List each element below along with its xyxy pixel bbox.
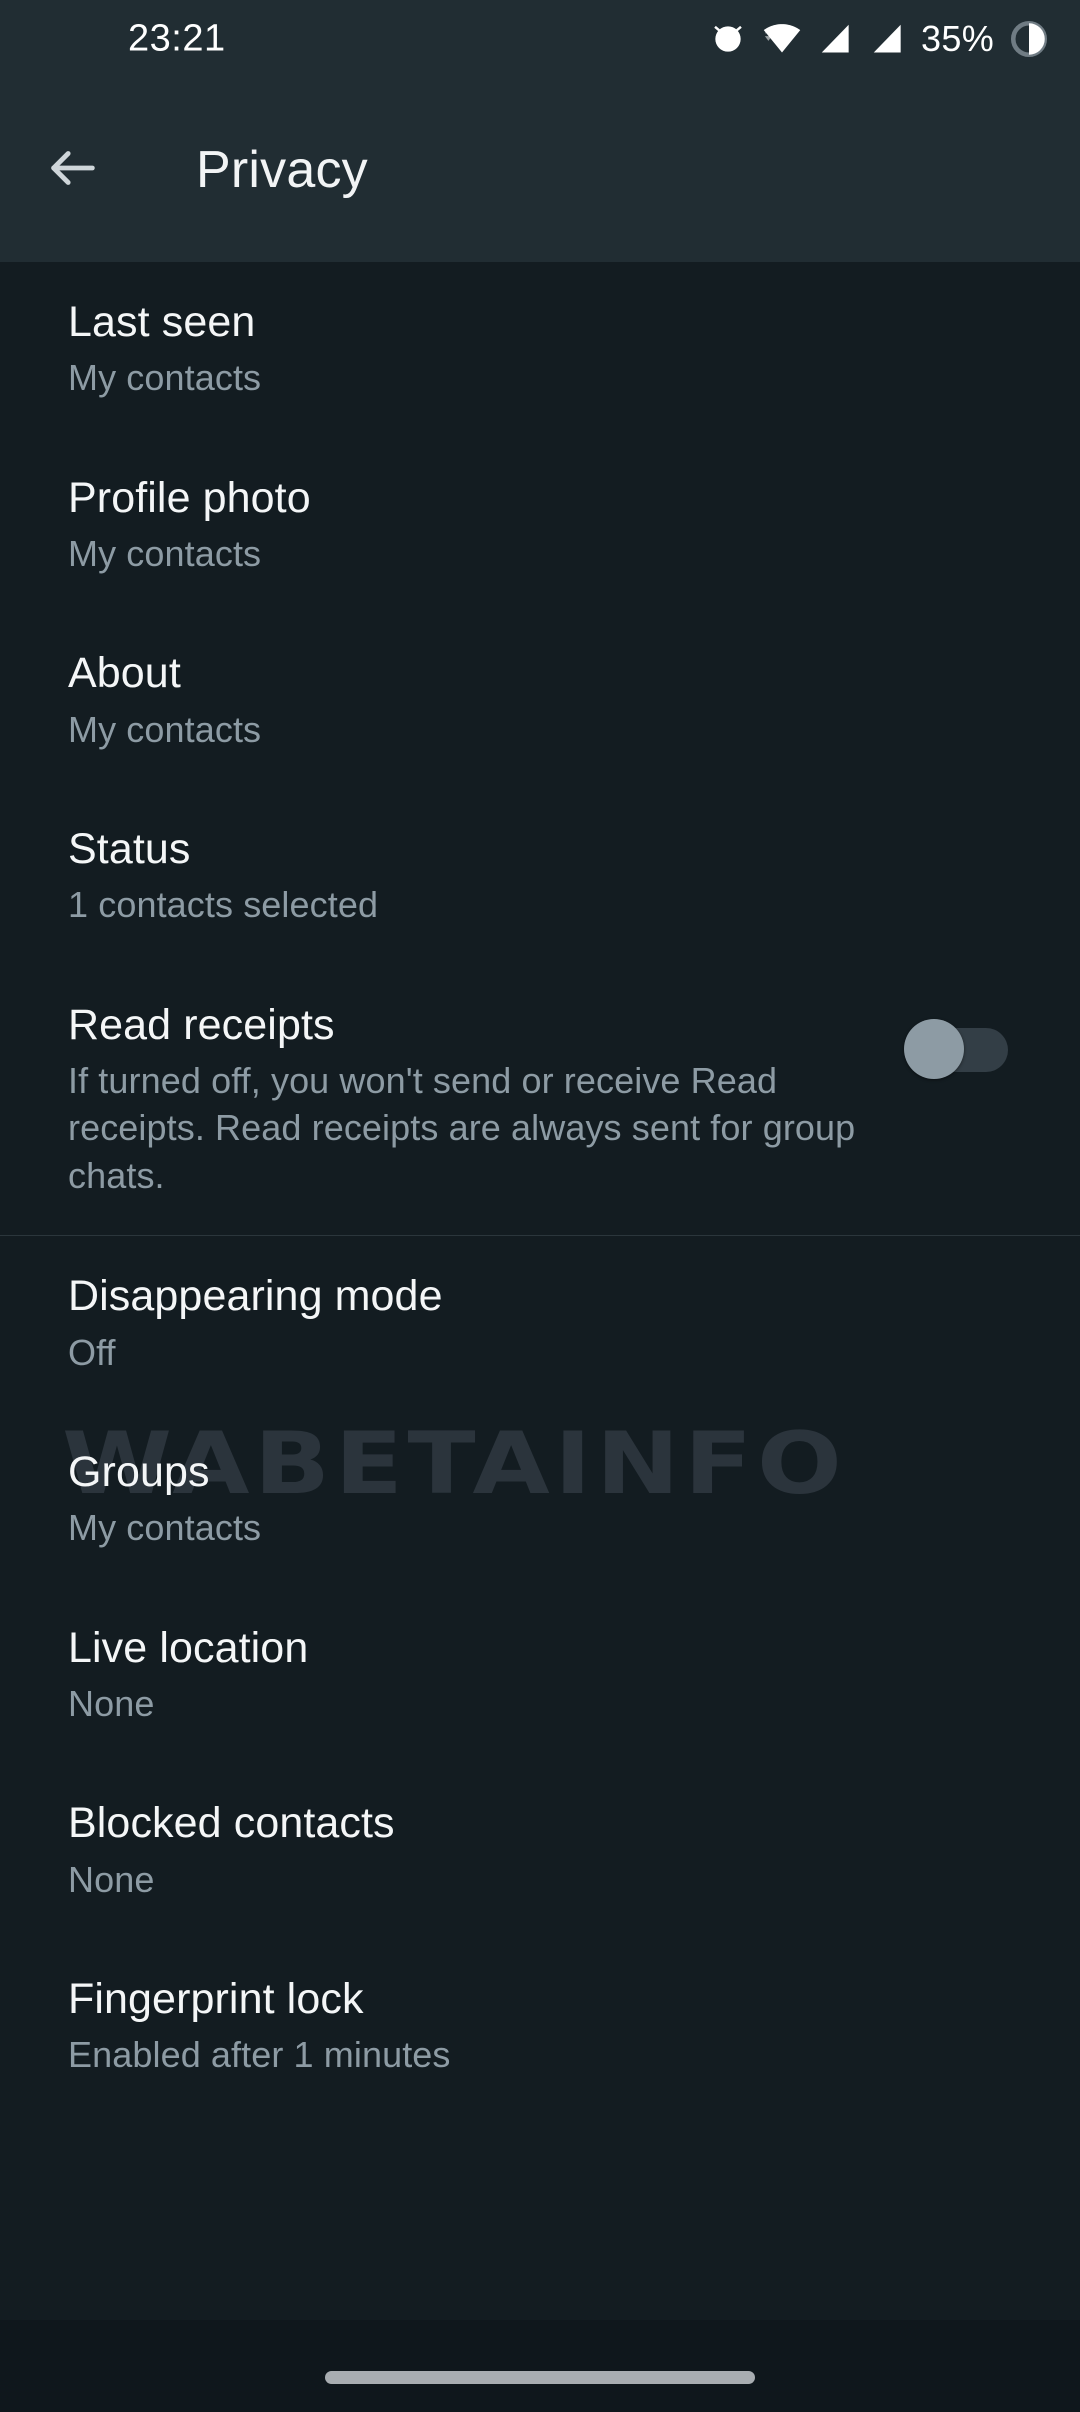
setting-value: Off (68, 1329, 888, 1377)
setting-row-blocked-contacts[interactable]: Blocked contacts None (0, 1763, 1080, 1939)
setting-value: My contacts (68, 706, 888, 754)
signal-sim2-icon (869, 20, 907, 58)
page-title: Privacy (196, 140, 368, 200)
setting-title: Read receipts (68, 1001, 1010, 1049)
setting-value: My contacts (68, 530, 888, 578)
settings-list[interactable]: WABETAINFO Last seen My contacts Profile… (0, 262, 1080, 2320)
app-bar: Privacy (0, 78, 1080, 262)
setting-row-fingerprint-lock[interactable]: Fingerprint lock Enabled after 1 minutes (0, 1939, 1080, 2115)
read-receipts-toggle[interactable] (904, 1019, 1008, 1079)
setting-title: About (68, 649, 1010, 697)
section-privacy-other: Disappearing mode Off Groups My contacts… (0, 1236, 1080, 2114)
setting-title: Profile photo (68, 474, 1010, 522)
alarm-icon (709, 20, 747, 58)
battery-icon (1008, 18, 1050, 60)
battery-percent-label: 35% (921, 18, 994, 60)
status-bar: 23:21 (0, 0, 1080, 78)
back-arrow-icon (44, 139, 102, 202)
phone-screen: 23:21 (0, 0, 1080, 2412)
setting-description: If turned off, you won't send or receive… (68, 1057, 858, 1200)
setting-title: Last seen (68, 298, 1010, 346)
back-button[interactable] (30, 127, 116, 213)
setting-title: Blocked contacts (68, 1799, 1010, 1847)
setting-value: Enabled after 1 minutes (68, 2031, 888, 2079)
setting-row-read-receipts[interactable]: Read receipts If turned off, you won't s… (0, 965, 1080, 1236)
status-bar-icons: 35% (709, 18, 1050, 60)
setting-title: Status (68, 825, 1010, 873)
setting-row-last-seen[interactable]: Last seen My contacts (0, 262, 1080, 438)
wifi-icon (761, 20, 803, 58)
setting-title: Fingerprint lock (68, 1975, 1010, 2023)
setting-row-groups[interactable]: Groups My contacts (0, 1412, 1080, 1588)
signal-sim1-icon (817, 20, 855, 58)
setting-value: My contacts (68, 1504, 888, 1552)
setting-value: My contacts (68, 354, 888, 402)
setting-title: Live location (68, 1624, 1010, 1672)
status-bar-clock: 23:21 (128, 18, 226, 61)
setting-row-status[interactable]: Status 1 contacts selected (0, 789, 1080, 965)
setting-title: Disappearing mode (68, 1272, 1010, 1320)
setting-row-profile-photo[interactable]: Profile photo My contacts (0, 438, 1080, 614)
gesture-home-pill[interactable] (325, 2371, 755, 2384)
setting-value: None (68, 1680, 888, 1728)
setting-value: 1 contacts selected (68, 881, 888, 929)
toggle-thumb (904, 1019, 964, 1079)
setting-row-disappearing-mode[interactable]: Disappearing mode Off (0, 1236, 1080, 1412)
system-navigation-bar (0, 2320, 1080, 2412)
setting-row-about[interactable]: About My contacts (0, 613, 1080, 789)
setting-value: None (68, 1856, 888, 1904)
setting-row-live-location[interactable]: Live location None (0, 1588, 1080, 1764)
setting-title: Groups (68, 1448, 1010, 1496)
section-privacy-visibility: Last seen My contacts Profile photo My c… (0, 262, 1080, 1235)
